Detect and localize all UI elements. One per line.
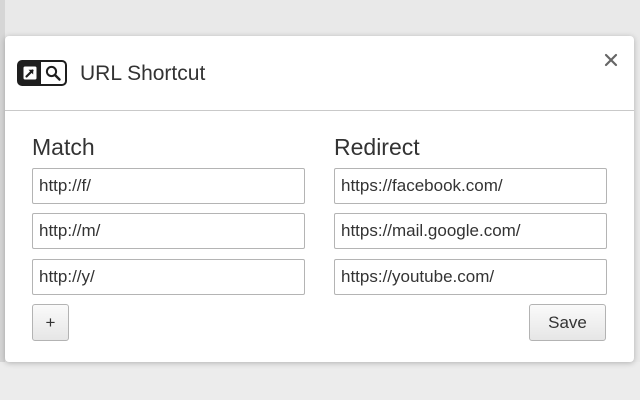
- magnifier-icon: [41, 62, 65, 84]
- match-input-3[interactable]: [32, 259, 305, 295]
- add-rule-button[interactable]: +: [32, 304, 69, 341]
- dialog-header: URL Shortcut: [5, 36, 634, 111]
- close-icon: [604, 53, 618, 67]
- url-shortcut-dialog: URL Shortcut Match Redirect + Save: [5, 36, 634, 362]
- redirect-input-2[interactable]: [334, 213, 607, 249]
- dialog-title: URL Shortcut: [80, 62, 206, 85]
- save-button[interactable]: Save: [529, 304, 606, 341]
- redirect-input-3[interactable]: [334, 259, 607, 295]
- redirect-input-1[interactable]: [334, 168, 607, 204]
- background-page: [0, 362, 640, 400]
- redirect-column-label: Redirect: [334, 134, 420, 160]
- match-input-2[interactable]: [32, 213, 305, 249]
- close-button[interactable]: [599, 48, 623, 72]
- match-input-1[interactable]: [32, 168, 305, 204]
- match-column-label: Match: [32, 134, 95, 160]
- arrow-icon: [19, 62, 41, 84]
- url-shortcut-logo-icon: [17, 60, 67, 86]
